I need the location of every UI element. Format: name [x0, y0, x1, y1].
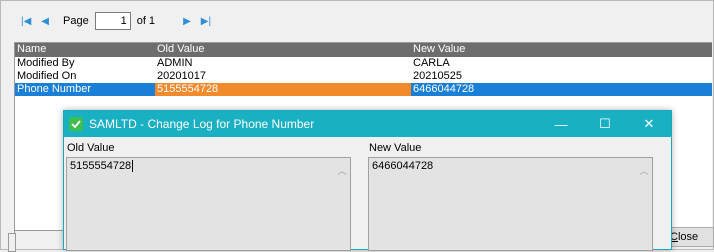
new-value-label: New Value [369, 142, 422, 154]
new-value-text: 6466044728 [372, 160, 434, 172]
column-header-old-value[interactable]: Old Value [155, 43, 411, 57]
maximize-icon[interactable]: ☐ [583, 111, 627, 137]
left-panel-edge [8, 233, 16, 252]
cell-old-value: 5155554728 [155, 83, 411, 96]
dialog-title-bar[interactable]: SAMLTD - Change Log for Phone Number — ☐… [64, 111, 671, 137]
cell-new-value: 6466044728 [413, 83, 475, 95]
minimize-icon[interactable]: — [539, 111, 583, 137]
cell-old-value: ADMIN [157, 57, 193, 69]
cell-old-value: 20201017 [157, 70, 206, 82]
grid-header: Name Old Value New Value [15, 43, 712, 57]
change-log-dialog: SAMLTD - Change Log for Phone Number — ☐… [63, 110, 672, 251]
app-icon [69, 117, 83, 131]
column-header-new-value[interactable]: New Value [411, 43, 712, 57]
new-value-textbox[interactable]: 6466044728 ︿ [368, 157, 653, 251]
dialog-title: SAMLTD - Change Log for Phone Number [89, 117, 315, 131]
table-row[interactable]: Modified By ADMIN CARLA [15, 57, 712, 70]
close-icon[interactable]: ✕ [627, 111, 671, 137]
column-header-name[interactable]: Name [15, 43, 155, 57]
cell-name: Phone Number [17, 83, 91, 95]
last-page-icon[interactable]: ▶| [201, 16, 211, 27]
cell-name: Modified On [17, 70, 77, 82]
old-value-text: 5155554728 [70, 160, 132, 172]
page-label: Page [63, 15, 89, 27]
cell-new-value: 20210525 [413, 70, 462, 82]
next-page-icon[interactable]: ▶ [183, 16, 191, 27]
text-cursor [132, 160, 134, 172]
scroll-up-icon[interactable]: ︿ [636, 158, 652, 250]
old-value-textbox[interactable]: 5155554728 ︿ [66, 157, 351, 251]
scroll-up-icon[interactable]: ︿ [334, 158, 350, 250]
old-value-label: Old Value [67, 142, 115, 154]
close-button-label: lose [677, 231, 699, 243]
table-row-selected[interactable]: Phone Number 5155554728 6466044728 [15, 83, 712, 96]
table-row[interactable]: Modified On 20201017 20210525 [15, 70, 712, 83]
cell-name: Modified By [17, 57, 75, 69]
cell-new-value: CARLA [413, 57, 450, 69]
window-controls: — ☐ ✕ [539, 111, 671, 137]
first-page-icon[interactable]: |◀ [21, 16, 31, 27]
pager-toolbar: |◀ ◀ Page of 1 ▶ ▶| [5, 5, 711, 37]
page-number-input[interactable] [94, 12, 131, 30]
previous-page-icon[interactable]: ◀ [41, 16, 49, 27]
page-count-label: of 1 [136, 15, 156, 27]
